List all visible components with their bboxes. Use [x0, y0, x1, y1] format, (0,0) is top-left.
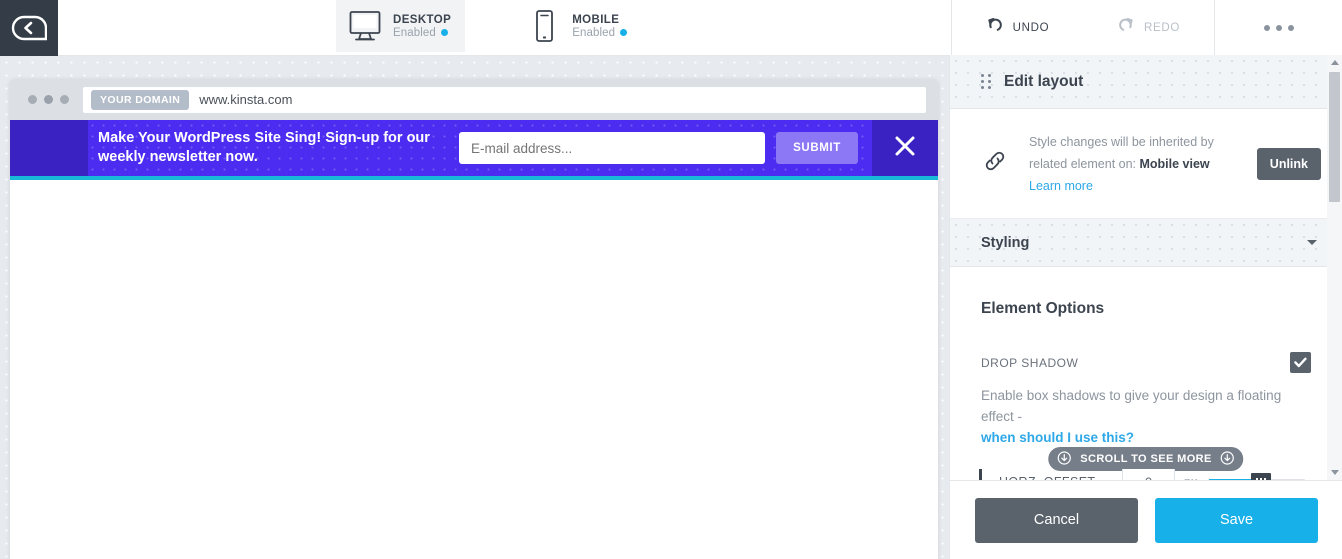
panel-title: Edit layout [1004, 73, 1083, 91]
panel-header: Edit layout [950, 55, 1342, 109]
drop-shadow-checkbox[interactable] [1290, 352, 1311, 373]
styling-section-header[interactable]: Styling [950, 219, 1342, 267]
scroll-down-button[interactable] [1327, 465, 1342, 480]
submit-button[interactable]: SUBMIT [776, 132, 858, 164]
status-dot-icon [441, 29, 448, 36]
more-options-button[interactable] [1215, 0, 1342, 55]
scroll-hint-label: SCROLL TO SEE MORE [1080, 453, 1211, 465]
ellipsis-icon [1276, 25, 1282, 31]
drop-shadow-desc-text: Enable box shadows to give your design a… [981, 388, 1281, 424]
close-x-icon [892, 133, 918, 164]
styling-label: Styling [981, 235, 1029, 251]
element-options-heading: Element Options [981, 300, 1311, 318]
device-tabs: DESKTOP Enabled MOBILE [336, 0, 641, 52]
element-options-section: Element Options DROP SHADOW Enable box s… [950, 267, 1342, 495]
inherit-line-2-prefix: related element on: [1029, 157, 1140, 171]
scroll-up-button[interactable] [1327, 55, 1342, 70]
inheritance-text: Style changes will be inherited by relat… [1029, 131, 1238, 197]
banner-signup-form: SUBMIT [459, 120, 858, 176]
save-button[interactable]: Save [1155, 498, 1318, 543]
learn-more-link[interactable]: Learn more [1029, 175, 1238, 197]
device-tab-mobile-label: MOBILE [572, 14, 627, 26]
triangle-up-icon [1331, 60, 1339, 65]
undo-redo-group: UNDO REDO [951, 0, 1215, 55]
inherit-line-1: Style changes will be inherited by [1029, 135, 1214, 149]
banner-close-button[interactable] [872, 120, 938, 176]
link-chain-icon [980, 146, 1010, 181]
url-text: www.kinsta.com [199, 92, 292, 107]
mobile-phone-icon [527, 8, 561, 44]
scroll-down-arrow-icon-left [1057, 451, 1071, 468]
email-input[interactable] [459, 132, 765, 164]
redo-arrow-icon [1117, 16, 1135, 39]
undo-label: UNDO [1013, 22, 1050, 34]
mobile-state-text: Enabled [572, 27, 615, 39]
redo-button[interactable]: REDO [1083, 0, 1214, 55]
drop-shadow-description: Enable box shadows to give your design a… [981, 385, 1311, 448]
back-chevron-icon [11, 15, 47, 41]
status-dot-icon [620, 29, 627, 36]
cancel-button[interactable]: Cancel [975, 498, 1138, 543]
window-controls-icon [28, 95, 69, 104]
device-tab-desktop-label: DESKTOP [393, 14, 451, 26]
page-body-blank [10, 180, 938, 559]
desktop-monitor-icon [348, 8, 382, 44]
back-button[interactable] [0, 0, 58, 56]
checkmark-icon [1294, 357, 1307, 368]
inherit-target: Mobile view [1140, 157, 1210, 171]
browser-url-bar[interactable]: YOUR DOMAIN www.kinsta.com [83, 87, 926, 113]
desktop-state-text: Enabled [393, 27, 436, 39]
unlink-button[interactable]: Unlink [1257, 148, 1321, 180]
settings-panel: Edit layout Style changes will be inheri… [949, 55, 1342, 559]
undo-button[interactable]: UNDO [952, 0, 1083, 55]
ellipsis-icon [1264, 25, 1270, 31]
scroll-down-arrow-icon-right [1221, 451, 1235, 468]
device-tab-mobile-state: Enabled [572, 27, 627, 39]
top-toolbar: DESKTOP Enabled MOBILE [0, 0, 1342, 56]
browser-mockup: YOUR DOMAIN www.kinsta.com Make Your Wor… [10, 79, 938, 559]
device-tab-desktop-state: Enabled [393, 27, 451, 39]
device-tab-mobile[interactable]: MOBILE Enabled [515, 0, 641, 52]
scrollbar-thumb[interactable] [1329, 72, 1340, 202]
chevron-down-icon[interactable] [1307, 240, 1317, 245]
drag-handle-icon[interactable] [981, 74, 991, 89]
newsletter-banner[interactable]: Make Your WordPress Site Sing! Sign-up f… [10, 120, 938, 176]
banner-left-accent [10, 120, 88, 176]
undo-arrow-icon [986, 16, 1004, 39]
drop-shadow-help-link[interactable]: when should I use this? [981, 427, 1311, 448]
kinsta-popup-builder: DESKTOP Enabled MOBILE [0, 0, 1342, 559]
drop-shadow-row: DROP SHADOW [981, 352, 1311, 373]
domain-badge: YOUR DOMAIN [91, 90, 189, 110]
triangle-down-icon [1331, 470, 1339, 475]
style-inheritance-notice: Style changes will be inherited by relat… [950, 109, 1342, 219]
redo-label: REDO [1144, 22, 1180, 34]
panel-scrollbar[interactable] [1327, 55, 1342, 480]
ellipsis-icon [1288, 25, 1294, 31]
browser-chrome-bar: YOUR DOMAIN www.kinsta.com [10, 79, 938, 120]
preview-canvas: YOUR DOMAIN www.kinsta.com Make Your Wor… [0, 56, 949, 559]
drop-shadow-label: DROP SHADOW [981, 356, 1078, 370]
scroll-to-see-more-hint[interactable]: SCROLL TO SEE MORE [1048, 447, 1243, 471]
device-tab-desktop[interactable]: DESKTOP Enabled [336, 0, 465, 52]
panel-footer: Cancel Save [950, 480, 1342, 559]
banner-headline: Make Your WordPress Site Sing! Sign-up f… [88, 120, 459, 176]
